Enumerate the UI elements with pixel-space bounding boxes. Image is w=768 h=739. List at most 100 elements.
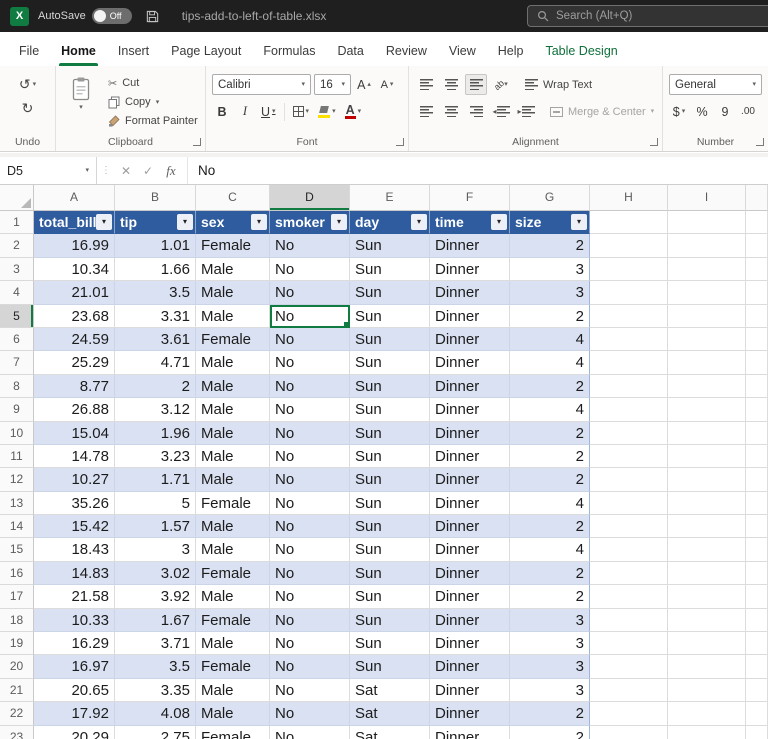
cell-C22[interactable]: Male [196, 702, 270, 725]
bold-button[interactable]: B [212, 101, 232, 122]
cell-E22[interactable]: Sat [350, 702, 430, 725]
cell-C21[interactable]: Male [196, 679, 270, 702]
cell-A16[interactable]: 14.83 [34, 562, 115, 585]
cell-A19[interactable]: 16.29 [34, 632, 115, 655]
cell-H6[interactable] [590, 328, 668, 351]
cell-D4[interactable]: No [270, 281, 350, 304]
cell-H20[interactable] [590, 655, 668, 678]
cell-D10[interactable]: No [270, 422, 350, 445]
row-header-21[interactable]: 21 [0, 679, 34, 702]
cell-F14[interactable]: Dinner [430, 515, 510, 538]
cell-E2[interactable]: Sun [350, 234, 430, 257]
column-header-A[interactable]: A [34, 185, 115, 211]
row-header-10[interactable]: 10 [0, 422, 34, 445]
font-dialog-launcher-icon[interactable] [396, 138, 404, 146]
tab-table-design[interactable]: Table Design [534, 36, 628, 66]
cell-H9[interactable] [590, 398, 668, 421]
row-header-19[interactable]: 19 [0, 632, 34, 655]
cell-F9[interactable]: Dinner [430, 398, 510, 421]
cell-E19[interactable]: Sun [350, 632, 430, 655]
cell-C2[interactable]: Female [196, 234, 270, 257]
cell-G13[interactable]: 4 [510, 492, 590, 515]
orientation-button[interactable]: ab▾ [490, 74, 512, 95]
cell-partial-23[interactable] [746, 726, 768, 739]
cell-B2[interactable]: 1.01 [115, 234, 196, 257]
column-header-F[interactable]: F [430, 185, 510, 211]
cell-E3[interactable]: Sun [350, 258, 430, 281]
cell-A14[interactable]: 15.42 [34, 515, 115, 538]
format-painter-button[interactable]: Format Painter [108, 112, 198, 130]
filter-button-time[interactable]: ▾ [491, 214, 507, 230]
autosave-toggle[interactable]: Off [92, 8, 132, 24]
cell-E1[interactable]: day▾ [350, 211, 430, 234]
cell-D7[interactable]: No [270, 351, 350, 374]
cell-A1[interactable]: total_bill▾ [34, 211, 115, 234]
tab-view[interactable]: View [438, 36, 487, 66]
cell-I3[interactable] [668, 258, 746, 281]
filter-button-size[interactable]: ▾ [571, 214, 587, 230]
cell-C8[interactable]: Male [196, 375, 270, 398]
cell-H1[interactable] [590, 211, 668, 234]
cell-I7[interactable] [668, 351, 746, 374]
cell-partial-5[interactable] [746, 305, 768, 328]
number-dialog-launcher-icon[interactable] [756, 138, 764, 146]
cell-C1[interactable]: sex▾ [196, 211, 270, 234]
clipboard-dialog-launcher-icon[interactable] [193, 138, 201, 146]
cell-H2[interactable] [590, 234, 668, 257]
cell-I15[interactable] [668, 538, 746, 561]
document-title[interactable]: tips-add-to-left-of-table.xlsx [182, 9, 327, 23]
cell-C23[interactable]: Female [196, 726, 270, 739]
cell-G19[interactable]: 3 [510, 632, 590, 655]
cell-F19[interactable]: Dinner [430, 632, 510, 655]
cell-I13[interactable] [668, 492, 746, 515]
cell-B17[interactable]: 3.92 [115, 585, 196, 608]
cell-C14[interactable]: Male [196, 515, 270, 538]
cell-B19[interactable]: 3.71 [115, 632, 196, 655]
cell-E4[interactable]: Sun [350, 281, 430, 304]
cell-A8[interactable]: 8.77 [34, 375, 115, 398]
row-header-14[interactable]: 14 [0, 515, 34, 538]
borders-button[interactable]: ▾ [290, 101, 313, 122]
cell-D12[interactable]: No [270, 468, 350, 491]
tab-insert[interactable]: Insert [107, 36, 160, 66]
cell-A6[interactable]: 24.59 [34, 328, 115, 351]
cell-G14[interactable]: 2 [510, 515, 590, 538]
font-color-button[interactable]: A▾ [342, 101, 365, 122]
cell-A21[interactable]: 20.65 [34, 679, 115, 702]
percent-style-button[interactable]: % [692, 101, 712, 122]
cell-I16[interactable] [668, 562, 746, 585]
copy-button[interactable]: Copy ▾ [108, 93, 198, 111]
cell-E13[interactable]: Sun [350, 492, 430, 515]
cell-E5[interactable]: Sun [350, 305, 430, 328]
row-header-1[interactable]: 1 [0, 211, 34, 234]
cell-F1[interactable]: time▾ [430, 211, 510, 234]
align-middle-button[interactable] [440, 74, 462, 95]
cell-G21[interactable]: 3 [510, 679, 590, 702]
cell-G7[interactable]: 4 [510, 351, 590, 374]
cell-F15[interactable]: Dinner [430, 538, 510, 561]
column-header-H[interactable]: H [590, 185, 668, 211]
cell-A20[interactable]: 16.97 [34, 655, 115, 678]
cell-C17[interactable]: Male [196, 585, 270, 608]
cell-partial-1[interactable] [746, 211, 768, 234]
cell-A10[interactable]: 15.04 [34, 422, 115, 445]
cell-D11[interactable]: No [270, 445, 350, 468]
filter-button-total_bill[interactable]: ▾ [96, 214, 112, 230]
align-bottom-button[interactable] [465, 74, 487, 95]
filter-button-smoker[interactable]: ▾ [331, 214, 347, 230]
cell-H14[interactable] [590, 515, 668, 538]
cell-D5[interactable]: No [270, 305, 350, 328]
cell-partial-9[interactable] [746, 398, 768, 421]
cell-E7[interactable]: Sun [350, 351, 430, 374]
cell-I11[interactable] [668, 445, 746, 468]
row-header-7[interactable]: 7 [0, 351, 34, 374]
cell-G18[interactable]: 3 [510, 609, 590, 632]
cell-B16[interactable]: 3.02 [115, 562, 196, 585]
cell-I18[interactable] [668, 609, 746, 632]
cell-D13[interactable]: No [270, 492, 350, 515]
cell-partial-12[interactable] [746, 468, 768, 491]
cell-G4[interactable]: 3 [510, 281, 590, 304]
cell-B21[interactable]: 3.35 [115, 679, 196, 702]
row-header-13[interactable]: 13 [0, 492, 34, 515]
cell-F11[interactable]: Dinner [430, 445, 510, 468]
